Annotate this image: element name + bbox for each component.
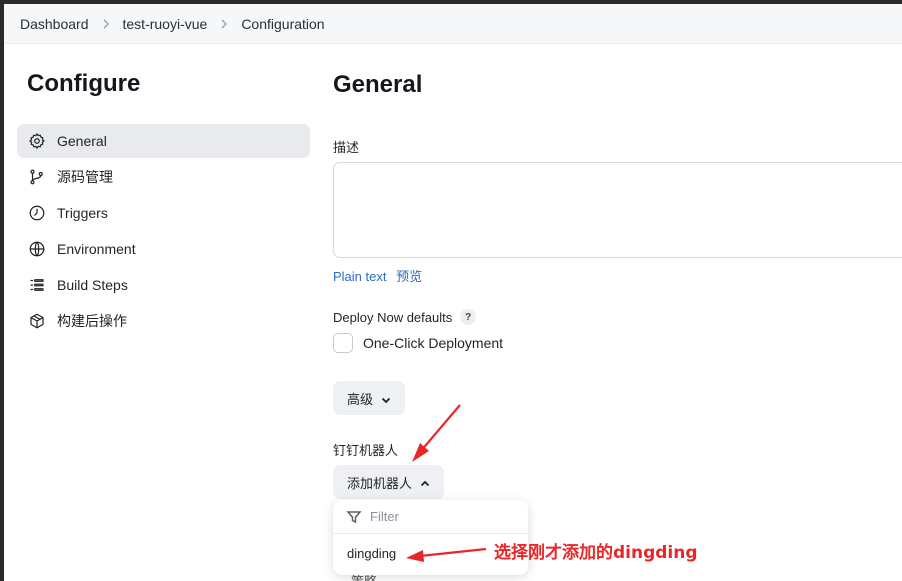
breadcrumb-dashboard[interactable]: Dashboard: [20, 16, 89, 32]
sidebar-item-source-control[interactable]: 源码管理: [17, 160, 310, 194]
globe-icon: [27, 239, 47, 259]
help-icon[interactable]: ?: [460, 309, 477, 325]
sidebar-item-label: 构建后操作: [57, 313, 127, 329]
sidebar-item-label: General: [57, 133, 107, 149]
filter-icon: [346, 510, 362, 523]
sidebar: Configure General 源码管理 Triggers Environm…: [4, 44, 314, 581]
chevron-down-icon: [381, 393, 391, 404]
breadcrumb-project[interactable]: test-ruoyi-vue: [123, 16, 208, 32]
advanced-button[interactable]: 高级: [333, 381, 406, 415]
sidebar-item-environment[interactable]: Environment: [17, 232, 310, 266]
dropdown-filter[interactable]: Filter: [333, 500, 528, 534]
filter-placeholder: Filter: [370, 509, 399, 524]
description-textarea[interactable]: [333, 162, 902, 258]
gear-icon: [27, 131, 47, 151]
partial-text: 策略: [351, 571, 377, 581]
preview-link[interactable]: 预览: [396, 269, 422, 284]
main-panel: General 描述 Plain text 预览 Deploy Now defa…: [333, 44, 902, 581]
sidebar-item-build-steps[interactable]: Build Steps: [17, 268, 310, 302]
chevron-right-icon: [101, 19, 111, 29]
breadcrumb-configuration[interactable]: Configuration: [241, 16, 324, 32]
add-robot-button-label: 添加机器人: [347, 475, 413, 491]
page-title: General: [333, 71, 423, 98]
sidebar-item-general[interactable]: General: [17, 124, 310, 158]
annotation-text: 选择刚才添加的dingding: [494, 543, 698, 563]
deploy-defaults-label: Deploy Now defaults: [333, 309, 453, 325]
description-label: 描述: [333, 140, 360, 155]
one-click-checkbox[interactable]: [333, 333, 353, 353]
sidebar-item-triggers[interactable]: Triggers: [17, 196, 310, 230]
one-click-row: One-Click Deployment: [333, 333, 503, 353]
format-links: Plain text 预览: [333, 266, 428, 285]
sidebar-item-post-build[interactable]: 构建后操作: [17, 304, 310, 338]
chevron-up-icon: [420, 477, 430, 487]
one-click-label: One-Click Deployment: [363, 335, 504, 351]
sidebar-title: Configure: [27, 70, 141, 97]
branch-icon: [27, 167, 47, 187]
add-robot-button[interactable]: 添加机器人: [333, 465, 445, 499]
dingtalk-label: 钉钉机器人: [333, 443, 399, 458]
plain-text-link[interactable]: Plain text: [333, 269, 386, 284]
package-icon: [27, 311, 47, 331]
breadcrumb: Dashboard test-ruoyi-vue Configuration: [4, 4, 902, 44]
chevron-right-icon: [219, 19, 229, 29]
sidebar-item-label: Build Steps: [57, 277, 128, 293]
clock-icon: [27, 203, 47, 223]
advanced-button-label: 高级: [347, 391, 374, 407]
list-icon: [27, 275, 47, 295]
sidebar-item-label: 源码管理: [57, 169, 113, 185]
sidebar-item-label: Triggers: [57, 205, 108, 221]
deploy-defaults-row: Deploy Now defaults ?: [333, 309, 477, 325]
sidebar-item-label: Environment: [57, 241, 136, 257]
